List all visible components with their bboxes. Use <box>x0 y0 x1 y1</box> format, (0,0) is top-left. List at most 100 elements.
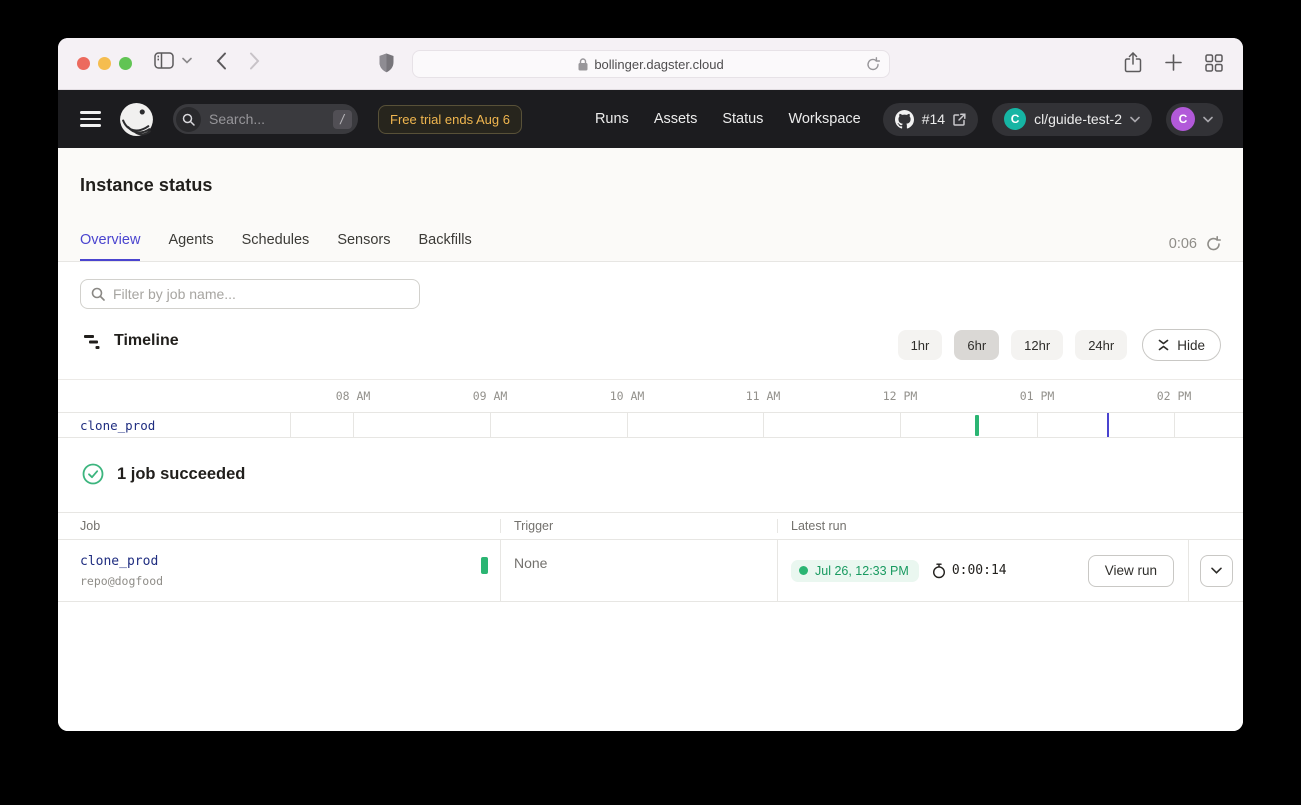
stopwatch-icon <box>932 563 946 579</box>
trigger-value: None <box>514 540 777 571</box>
user-avatar: C <box>1171 107 1195 131</box>
page-header: Instance status Overview Agents Schedule… <box>58 148 1243 262</box>
tab-overview-icon[interactable] <box>1205 52 1223 73</box>
browser-window: bollinger.dagster.cloud <box>58 38 1243 731</box>
external-link-icon <box>953 113 966 126</box>
run-status-tile[interactable] <box>481 557 488 574</box>
github-pr-pill[interactable]: #14 <box>883 103 978 136</box>
zoom-window-button[interactable] <box>119 57 132 70</box>
url-text: bollinger.dagster.cloud <box>594 57 723 72</box>
check-circle-icon <box>82 463 104 485</box>
timeline-row-clone-prod: clone_prod <box>58 412 1243 438</box>
latest-run-time: Jul 26, 12:33 PM <box>815 564 909 578</box>
refresh-countdown: 0:06 <box>1169 236 1221 252</box>
close-window-button[interactable] <box>77 57 90 70</box>
share-icon[interactable] <box>1124 52 1142 73</box>
timeline-axis: 08 AM 09 AM 10 AM 11 AM 12 PM 01 PM 02 P… <box>58 379 1243 412</box>
user-menu[interactable]: C <box>1166 103 1223 136</box>
column-header-trigger: Trigger <box>500 519 777 533</box>
succeeded-run-marker[interactable] <box>975 415 979 436</box>
tab-bar: Overview Agents Schedules Sensors Backfi… <box>80 232 472 261</box>
job-repo-label: repo@dogfood <box>80 574 500 588</box>
privacy-shield-icon[interactable] <box>379 53 394 73</box>
current-time-marker <box>1107 413 1109 437</box>
summary-heading: 1 job succeeded <box>117 465 245 484</box>
latest-run-badge[interactable]: Jul 26, 12:33 PM <box>791 560 919 582</box>
timeline-hour-label: 02 PM <box>1157 380 1192 413</box>
search-icon <box>176 107 201 132</box>
search-input[interactable]: Search... / <box>173 104 358 134</box>
countdown-value: 0:06 <box>1169 236 1197 252</box>
search-placeholder: Search... <box>209 111 325 127</box>
address-bar[interactable]: bollinger.dagster.cloud <box>412 50 890 78</box>
reload-icon[interactable] <box>866 57 880 72</box>
tab-overview[interactable]: Overview <box>80 232 140 261</box>
filter-placeholder: Filter by job name... <box>113 286 236 302</box>
job-filter-input[interactable]: Filter by job name... <box>80 279 420 309</box>
forward-button[interactable] <box>249 52 260 70</box>
dagster-logo[interactable] <box>118 101 155 138</box>
nav-link-assets[interactable]: Assets <box>654 111 698 127</box>
range-button-12hr[interactable]: 12hr <box>1011 330 1063 360</box>
back-button[interactable] <box>216 52 227 70</box>
nav-link-workspace[interactable]: Workspace <box>788 111 860 127</box>
browser-chrome: bollinger.dagster.cloud <box>58 38 1243 90</box>
search-shortcut-badge: / <box>333 110 352 129</box>
refresh-icon[interactable] <box>1206 236 1221 252</box>
overview-content: Filter by job name... Timeline 1hr 6hr 1… <box>58 262 1243 731</box>
table-row: clone_prod repo@dogfood None Jul 26, 12:… <box>58 540 1243 602</box>
range-button-24hr[interactable]: 24hr <box>1075 330 1127 360</box>
timeline-gridline <box>900 413 901 437</box>
run-status-dot <box>799 566 808 575</box>
timeline-gridline <box>290 413 291 437</box>
nav-links: Runs Assets Status Workspace <box>595 111 861 127</box>
hide-timeline-button[interactable]: Hide <box>1142 329 1221 361</box>
hide-button-label: Hide <box>1177 338 1205 353</box>
timeline-hour-label: 11 AM <box>746 380 781 413</box>
run-duration: 0:00:14 <box>932 563 1007 579</box>
timeline-title: Timeline <box>114 332 179 350</box>
search-icon <box>91 287 105 301</box>
tab-schedules[interactable]: Schedules <box>242 232 310 261</box>
table-header-row: Job Trigger Latest run <box>58 512 1243 540</box>
sidebar-toggle-icon[interactable] <box>154 52 174 69</box>
nav-link-status[interactable]: Status <box>722 111 763 127</box>
traffic-lights <box>77 57 132 70</box>
duration-value: 0:00:14 <box>952 563 1007 578</box>
timeline-gridline <box>1037 413 1038 437</box>
chevron-down-icon <box>1211 567 1222 574</box>
chevron-down-icon <box>1203 116 1213 123</box>
range-button-1hr[interactable]: 1hr <box>898 330 943 360</box>
column-header-job: Job <box>58 519 500 533</box>
new-tab-icon[interactable] <box>1165 52 1182 73</box>
tab-sensors[interactable]: Sensors <box>337 232 390 261</box>
deployment-name: cl/guide-test-2 <box>1034 111 1122 127</box>
timeline-controls: 1hr 6hr 12hr 24hr Hide <box>898 329 1221 361</box>
trial-badge[interactable]: Free trial ends Aug 6 <box>378 105 522 134</box>
timeline-hour-label: 08 AM <box>336 380 371 413</box>
deployment-switcher[interactable]: C cl/guide-test-2 <box>992 103 1152 136</box>
timeline-gridline <box>490 413 491 437</box>
app-navbar: Search... / Free trial ends Aug 6 Runs A… <box>58 90 1243 148</box>
view-run-button[interactable]: View run <box>1088 555 1174 587</box>
minimize-window-button[interactable] <box>98 57 111 70</box>
chevron-down-icon <box>1130 116 1140 123</box>
timeline-hour-label: 12 PM <box>883 380 918 413</box>
github-pr-number: #14 <box>922 111 945 127</box>
range-button-6hr[interactable]: 6hr <box>954 330 999 360</box>
timeline-icon <box>84 333 101 350</box>
tab-backfills[interactable]: Backfills <box>419 232 472 261</box>
jobs-summary: 1 job succeeded <box>82 463 245 485</box>
timeline-gridline <box>353 413 354 437</box>
timeline-hour-label: 10 AM <box>610 380 645 413</box>
menu-icon[interactable] <box>80 111 101 127</box>
collapse-icon <box>1158 339 1169 351</box>
lock-icon <box>578 58 588 71</box>
timeline-job-label[interactable]: clone_prod <box>80 413 155 438</box>
job-link[interactable]: clone_prod <box>80 554 500 569</box>
timeline-gridline <box>763 413 764 437</box>
sidebar-chevron-icon[interactable] <box>182 57 192 64</box>
row-menu-button[interactable] <box>1200 555 1233 587</box>
nav-link-runs[interactable]: Runs <box>595 111 629 127</box>
tab-agents[interactable]: Agents <box>168 232 213 261</box>
